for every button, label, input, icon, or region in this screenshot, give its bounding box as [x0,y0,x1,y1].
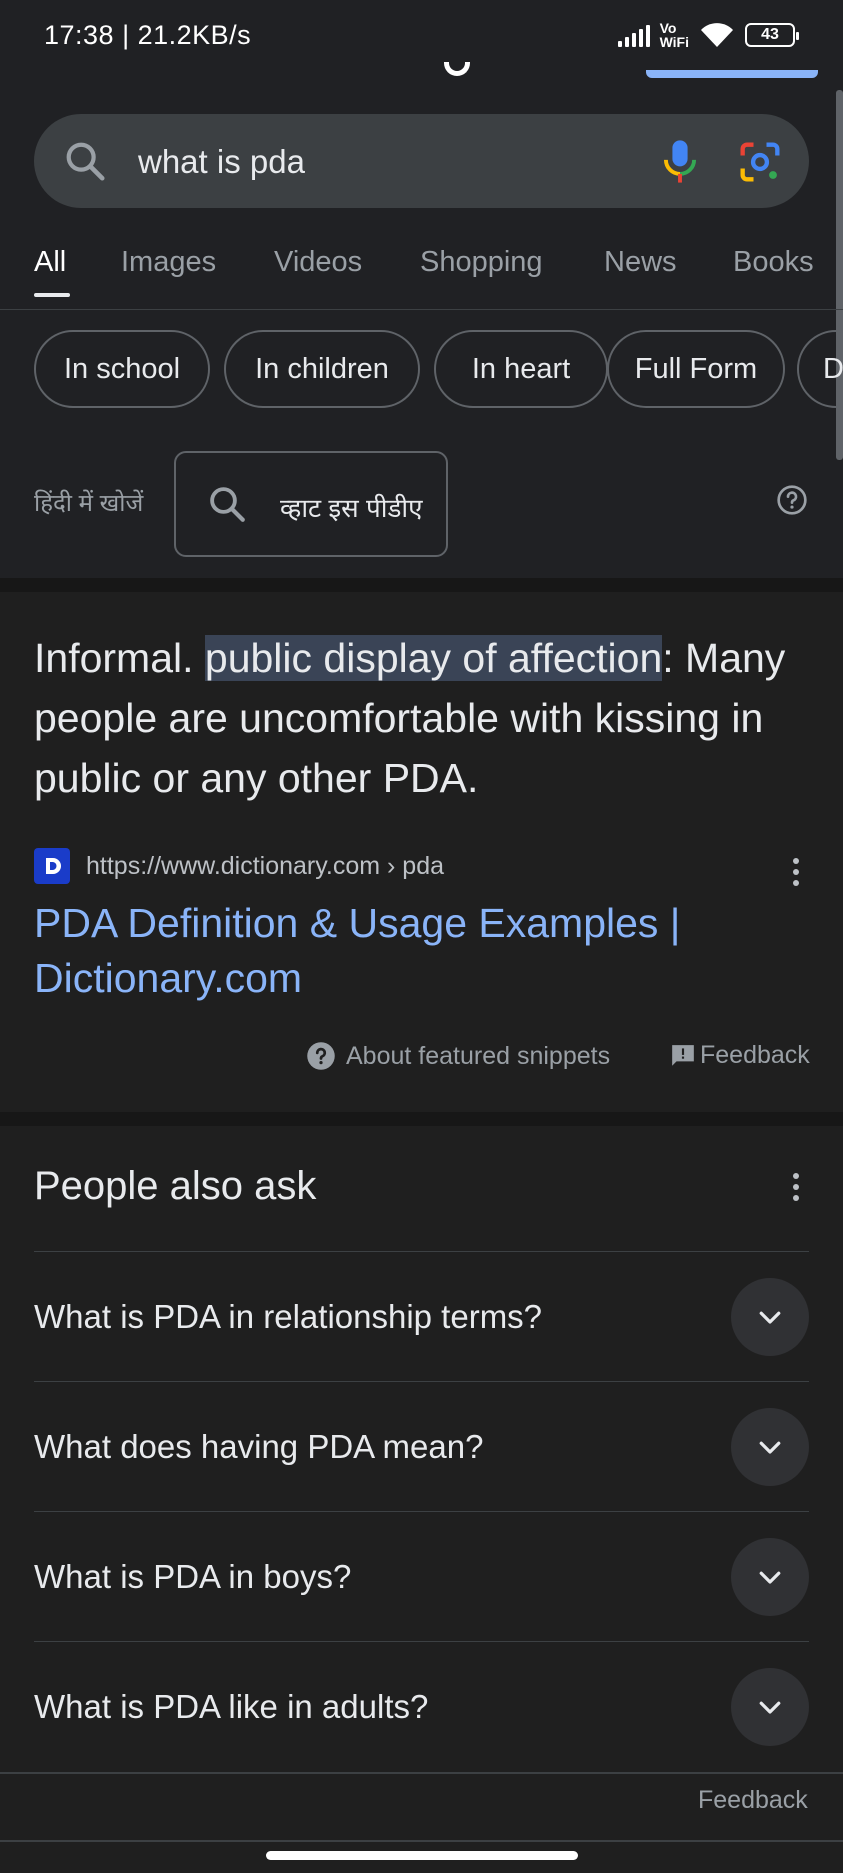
more-options-icon[interactable] [790,855,802,889]
chip-partial[interactable]: D [797,330,843,408]
tab-images[interactable]: Images [121,246,216,279]
search-query-text[interactable]: what is pda [138,143,305,181]
about-featured-snippets[interactable]: About featured snippets [306,1041,610,1071]
paa-feedback-link[interactable]: Feedback [698,1786,808,1815]
tab-shopping[interactable]: Shopping [420,246,543,279]
microphone-icon[interactable] [654,136,706,188]
search-icon [210,487,245,522]
vowifi-icon: Vo WiFi [660,21,689,49]
section-divider [0,578,843,592]
search-input[interactable]: what is pda [34,114,809,208]
help-icon [307,1042,335,1070]
refinement-chips: In school In children In heart Full Form… [0,330,843,408]
chip-full-form[interactable]: Full Form [607,330,785,408]
search-icon [66,142,105,181]
more-options-icon[interactable] [790,1170,802,1204]
battery-icon: 43 [745,23,799,47]
tab-news[interactable]: News [604,246,677,279]
featured-snippet-text: Informal. public display of affection: M… [34,628,814,808]
result-title-link[interactable]: PDA Definition & Usage Examples | Dictio… [34,896,794,1006]
people-also-ask-title: People also ask [34,1164,317,1208]
chip-in-heart[interactable]: In heart [434,330,608,408]
tab-all[interactable]: All [34,246,66,279]
paa-question-text: What is PDA in boys? [34,1557,352,1595]
snippet-feedback-button[interactable]: Feedback [670,1041,810,1070]
active-tab-indicator [34,293,70,297]
wifi-icon [701,23,733,47]
help-icon[interactable] [776,484,808,516]
hindi-query-text: व्हाट इस पीडीए [280,493,423,523]
snippet-highlight: public display of affection [204,635,663,681]
status-bar: 17:38 | 21.2KB/s Vo WiFi 43 [0,0,843,70]
battery-level: 43 [761,26,779,43]
search-tabs: All Images Videos Shopping News Books [0,240,843,310]
signal-icon [617,23,650,47]
dictionary-favicon-icon [34,848,70,884]
paa-question-text: What is PDA like in adults? [34,1687,429,1725]
chip-in-school[interactable]: In school [34,330,210,408]
chevron-down-icon[interactable] [731,1537,809,1616]
home-indicator[interactable] [266,1851,578,1860]
paa-question[interactable]: What is PDA in boys? [34,1511,809,1641]
about-snippets-label: About featured snippets [346,1041,611,1070]
status-icons: Vo WiFi 43 [617,21,799,49]
paa-bottom-border [0,1772,843,1774]
vowifi-top-label: Vo [659,20,677,36]
hindi-search-label: हिंदी में खोजें [34,490,144,517]
sign-in-button-partial[interactable] [646,70,818,78]
hindi-search-suggestion[interactable]: व्हाट इस पीडीए [174,451,448,557]
paa-question-text: What does having PDA mean? [34,1427,484,1465]
chevron-down-icon[interactable] [731,1667,809,1746]
bottom-divider [0,1840,843,1842]
vowifi-bottom-label: WiFi [659,34,689,50]
section-divider [0,1112,843,1126]
paa-question-text: What is PDA in relationship terms? [34,1297,543,1335]
chevron-down-icon[interactable] [731,1407,809,1486]
chevron-down-icon[interactable] [731,1277,809,1356]
result-url[interactable]: https://www.dictionary.com › pda [86,852,444,881]
tab-books[interactable]: Books [733,246,814,279]
feedback-label: Feedback [700,1041,810,1069]
paa-question[interactable]: What does having PDA mean? [34,1381,809,1511]
snippet-prefix: Informal. [34,635,205,681]
tab-videos[interactable]: Videos [274,246,362,279]
paa-question[interactable]: What is PDA in relationship terms? [34,1251,809,1381]
google-lens-icon[interactable] [734,136,786,188]
chip-in-children[interactable]: In children [224,330,420,408]
result-source[interactable]: https://www.dictionary.com › pda [34,848,444,884]
paa-question[interactable]: What is PDA like in adults? [34,1641,809,1771]
status-time-speed: 17:38 | 21.2KB/s [44,19,252,50]
feedback-icon [672,1044,694,1066]
